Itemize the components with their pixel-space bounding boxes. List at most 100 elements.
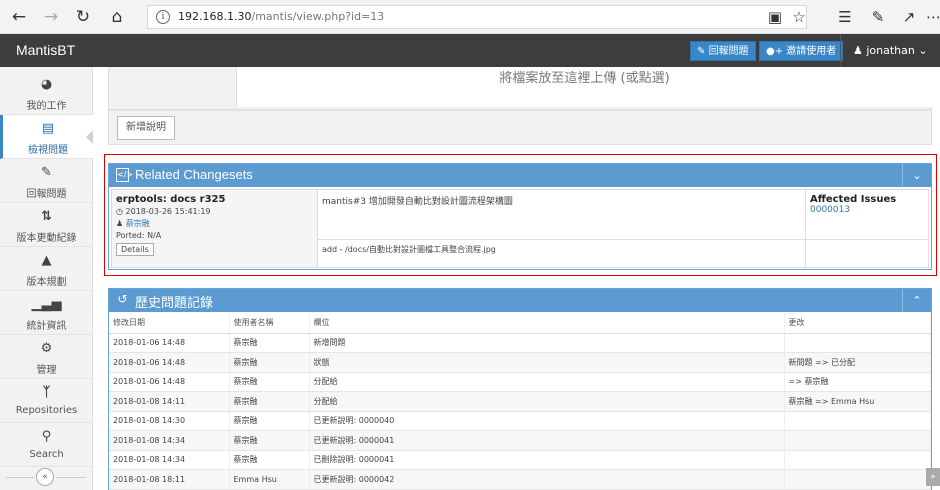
pen-icon[interactable]: ✎ [867,6,889,28]
changesets-title: Related Changesets [135,167,253,182]
note-actions: 新增說明 [108,110,932,145]
invite-users-label: 邀請使用者 [786,46,837,57]
changeset-timestamp: ◷ 2018-03-26 15:41:19 [116,207,313,216]
brand-logo[interactable]: MantisBT [16,42,75,58]
timestamp-value: 2018-03-26 15:41:19 [125,207,211,216]
cell-user[interactable]: Emma Hsu [229,469,310,490]
cell-date: 2018-01-06 14:48 [109,372,230,392]
cell-user[interactable]: 蔡宗融 [229,352,310,373]
sidebar-item-summary[interactable]: ▁▃▅ 統計資訊 [0,291,93,335]
changeset-author: ♟ 蔡宗融 [116,218,313,229]
gears-icon: ⚙ [40,341,53,356]
table-row: 2018-01-06 14:48 蔡宗融 新增問題 [109,333,931,353]
sidebar-item-label: 回報問題 [26,189,67,200]
sidebar-item-report-issue[interactable]: ✎ 回報問題 [0,159,93,203]
refresh-icon[interactable]: ↻ [72,6,94,28]
invite-users-button[interactable]: ●+ 邀請使用者 [759,41,844,61]
scroll-to-top-icon[interactable]: » [926,468,940,486]
details-button[interactable]: Details [116,243,154,256]
cell-date: 2018-01-08 14:30 [109,411,230,431]
sidebar-item-label: 檢視問題 [28,145,68,156]
cell-date: 2018-01-06 14:48 [109,333,230,353]
affected-issues: Affected Issues 0000013 [805,189,929,240]
more-icon[interactable]: ⋯ [926,6,940,28]
divider [56,477,86,478]
report-issue-label: 回報問題 [708,46,749,57]
cell-user[interactable]: 蔡宗融 [229,391,310,412]
username: jonathan [866,44,915,57]
sidebar-item-manage[interactable]: ⚙ 管理 [0,335,93,379]
sidebar-item-repositories[interactable]: ᛉ Repositories [0,379,93,423]
cell-user[interactable]: 蔡宗融 [229,450,310,470]
cell-change: 新問題 => 已分配 [784,352,931,373]
cell-field: 已更新說明: 0000041 [309,430,785,451]
chevron-up-icon[interactable]: ⌃ [902,289,931,312]
report-issue-button[interactable]: ✎ 回報問題 [690,41,756,61]
cell-change [784,430,931,451]
sidebar-item-label: 我的工作 [26,101,67,112]
changesets-widget: </> Related Changesets ⌄ erptools: docs … [108,163,932,270]
add-note-button[interactable]: 新增說明 [117,116,175,140]
code-icon: </> [116,168,133,182]
back-icon[interactable]: ← [8,6,30,28]
cell-field: 已更新說明: 0000040 [309,411,785,431]
url-text: 192.168.1.30/mantis/view.php?id=13 [178,10,385,23]
dashboard-icon: ◕ [40,77,53,92]
cell-user[interactable]: 蔡宗融 [229,430,310,451]
table-row: 2018-01-08 14:30 蔡宗融 已更新說明: 0000040 [109,411,931,431]
sidebar-item-my-view[interactable]: ◕ 我的工作 [0,71,93,115]
sidebar-item-view-issues[interactable]: ▤ 檢視問題 [0,115,94,159]
dropzone[interactable]: 將檔案放至這裡上傳 (或點選) [236,67,932,107]
main-content: 將檔案放至這裡上傳 (或點選) 新增說明 </> Related Changes… [93,67,940,490]
forward-icon[interactable]: → [40,6,62,28]
sidebar-item-search[interactable]: ⚲ Search [0,423,93,467]
changeset-message: mantis#3 增加開發自動比對設計圖流程架構圖 [317,189,806,240]
cell-field: 分配給 [309,372,785,392]
retweet-icon: ⇅ [41,209,52,224]
user-icon: ♟ [853,44,863,57]
favorite-star-icon[interactable]: ☆ [788,6,810,28]
table-row: 2018-01-08 14:34 蔡宗融 已刪除說明: 0000041 [109,450,931,470]
share-icon[interactable]: ↗ [898,6,920,28]
sidebar-item-label: Search [29,449,64,460]
history-title: 歷史問題記錄 [135,295,214,310]
user-menu[interactable]: ♟ jonathan ⌄ [840,34,940,67]
history-header: ↺ 歷史問題記錄 ⌃ [109,289,931,312]
cell-change: 蔡宗融 => Emma Hsu [784,391,931,412]
cell-field: 新增問題 [309,333,785,353]
column-header: 欄位 [309,313,785,334]
edit-icon: ✎ [41,165,52,180]
cell-user[interactable]: 蔡宗融 [229,333,310,353]
home-icon[interactable]: ⌂ [106,6,128,28]
sidebar-item-changelog[interactable]: ⇅ 版本更動紀錄 [0,203,93,247]
cell-change: => 蔡宗融 [784,372,931,392]
affected-issue-link[interactable]: 0000013 [810,205,850,215]
reading-view-icon[interactable]: ▣ [764,6,786,28]
sidebar-item-label: 管理 [36,365,57,376]
collapse-sidebar-icon[interactable]: « [36,468,54,486]
chevron-down-icon[interactable]: ⌄ [902,164,931,187]
cell-field: 已更新說明: 0000042 [309,469,785,490]
table-row: 2018-01-06 14:48 蔡宗融 分配給 => 蔡宗融 [109,372,931,392]
cell-date: 2018-01-08 14:34 [109,450,230,470]
site-info-icon[interactable]: i [156,10,170,24]
cell-user[interactable]: 蔡宗融 [229,372,310,392]
sidebar-item-roadmap[interactable]: ▲ 版本規劃 [0,247,93,291]
favorites-list-icon[interactable]: ☰ [834,6,856,28]
table-row: 2018-01-06 14:48 蔡宗融 狀態 新問題 => 已分配 [109,352,931,373]
sidebar-item-label: 版本規劃 [26,277,67,288]
cell-user[interactable]: 蔡宗融 [229,411,310,431]
changesets-table: erptools: docs r325 ◷ 2018-03-26 15:41:1… [111,189,929,268]
address-bar[interactable]: i 192.168.1.30/mantis/view.php?id=13 [147,5,807,29]
browser-toolbar: ← → ↻ ⌂ i 192.168.1.30/mantis/view.php?i… [0,0,940,34]
chevron-down-icon: ⌄ [918,44,928,57]
road-icon: ▲ [41,253,52,268]
table-row: 2018-01-08 14:11 蔡宗融 分配給 蔡宗融 => Emma Hsu [109,391,931,412]
affected-issues-header: Affected Issues [810,194,897,205]
author-link[interactable]: 蔡宗融 [126,219,150,228]
cell-date: 2018-01-08 18:11 [109,469,230,490]
cell-field: 分配給 [309,391,785,412]
history-header-row: 修改日期 使用者名稱 欄位 更改 [109,313,931,334]
cell-field: 已刪除說明: 0000041 [309,450,785,470]
code-fork-icon: ᛉ [42,385,51,400]
